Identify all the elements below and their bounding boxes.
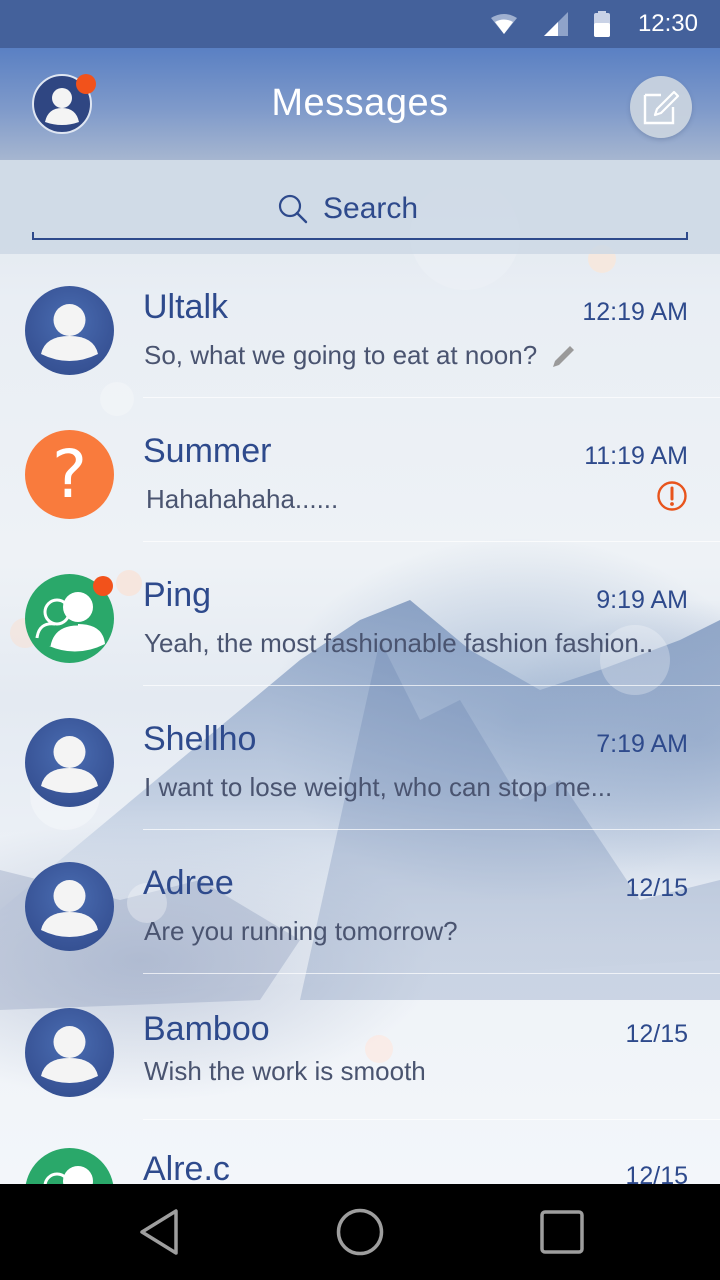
contact-name: Adree [143,864,234,902]
contact-name: Shellho [143,720,257,758]
compose-edit-icon [643,90,680,125]
status-bar: 12:30 [0,0,720,48]
person-icon [41,736,98,793]
message-time: 12/15 [625,874,688,902]
message-preview: Hahahahaha...... [146,484,339,514]
person-icon [41,880,98,937]
contact-avatar [25,718,114,807]
message-preview: I want to lose weight, who can stop me..… [144,772,613,802]
message-time: 7:19 AM [596,730,688,758]
message-preview: Wish the work is smooth [144,1056,426,1086]
back-icon [140,1209,178,1255]
search-area [0,160,720,254]
status-clock: 12:30 [637,10,698,37]
send-failed-status[interactable] [656,480,688,512]
row-divider [143,973,720,974]
contact-name: Alre.c [143,1150,230,1184]
contact-name: Bamboo [143,1010,270,1048]
draft-pencil-icon [553,346,575,368]
message-preview: Yeah, the most fashionable fashion fashi… [144,628,654,658]
conversation-item[interactable]: Ping 9:19 AM Yeah, the most fashionable … [0,542,720,686]
conversation-item[interactable]: Adree 12/15 Are you running tomorrow? [0,830,720,974]
home-button[interactable] [336,1208,384,1256]
wifi-icon [490,13,518,35]
group-icon [43,1166,93,1184]
error-exclamation-icon [657,481,687,511]
search-input[interactable] [323,192,443,226]
message-preview: Are you running tomorrow? [144,916,458,946]
recents-icon [540,1210,584,1254]
contact-name: Ultalk [143,288,229,326]
contact-avatar [25,1008,114,1097]
battery-icon [593,11,610,37]
person-icon [41,1026,98,1083]
conversation-item[interactable]: Ultalk 12:19 AM So, what we going to eat… [0,254,720,398]
message-text: So, what we going to eat at noon? [144,340,538,370]
message-time: 11:19 AM [584,442,688,470]
contact-name: Ping [143,576,212,614]
recents-button[interactable] [538,1208,586,1256]
conversation-item[interactable]: Bamboo 12/15 Wish the work is smooth [0,976,720,1120]
unread-badge [93,576,113,596]
system-nav-bar [0,1184,720,1280]
app-header: Messages [0,48,720,160]
conversation-item[interactable]: ? Summer 11:19 AM Hahahahaha...... [0,398,720,542]
home-icon [336,1208,384,1256]
contact-avatar [25,1148,114,1184]
contact-avatar [25,286,114,375]
back-button[interactable] [136,1208,184,1256]
page-title: Messages [271,82,449,124]
question-mark-icon: ? [51,435,88,513]
conversation-item[interactable]: Shellho 7:19 AM I want to lose weight, w… [0,686,720,830]
contact-name: Summer [143,432,272,470]
message-time: 9:19 AM [596,586,688,614]
search-field[interactable] [32,180,688,240]
contact-avatar: ? [25,430,114,519]
message-preview: So, what we going to eat at noon? [144,340,576,371]
message-time: 12/15 [625,1020,688,1048]
search-icon [278,194,308,224]
contact-avatar [25,862,114,951]
conversation-list: Ultalk 12:19 AM So, what we going to eat… [0,254,720,1184]
compose-button[interactable] [630,76,692,138]
message-time: 12/15 [625,1162,688,1184]
message-time: 12:19 AM [582,298,688,326]
conversation-item[interactable]: Alre.c 12/15 [0,1120,720,1184]
person-icon [41,304,98,361]
cellular-signal-icon [543,12,568,36]
